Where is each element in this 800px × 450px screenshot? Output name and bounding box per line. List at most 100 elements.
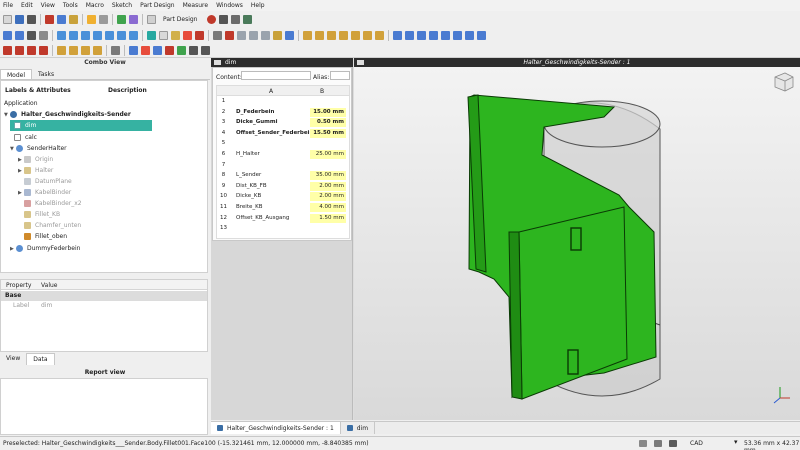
subtractive-cylinder-icon[interactable] [477,30,486,40]
pocket-icon[interactable] [393,30,402,40]
cell-b[interactable]: 2.00 mm [310,192,346,202]
row-number[interactable]: 11 [217,203,230,212]
draft-icon[interactable] [81,45,90,55]
tree-item-senderhalter[interactable]: ▼ SenderHalter [10,143,216,154]
menu-windows[interactable]: Windows [216,2,243,9]
fit-selection-icon[interactable] [15,30,24,40]
additive-helix-icon[interactable] [351,30,360,40]
menu-measure[interactable]: Measure [183,2,209,9]
lock-icon[interactable] [669,440,677,447]
cell-b[interactable]: 2.00 mm [310,181,346,191]
cell-b[interactable]: 25.00 mm [310,150,346,159]
cell-a[interactable]: Dicke_KB [236,192,261,201]
clone-icon[interactable] [285,30,294,40]
mouse-icon[interactable] [654,440,662,447]
cell-a[interactable]: D_Federbein [236,108,274,117]
multitransform-icon[interactable] [39,45,48,55]
bounding-box-icon[interactable] [39,30,48,40]
column-header-b[interactable]: B [320,88,324,95]
menu-macro[interactable]: Macro [86,2,104,9]
row-number[interactable]: 8 [217,171,230,180]
navigation-cube-icon[interactable] [774,72,794,92]
cell-a[interactable]: H_Halter [236,150,260,159]
measure-3d-icon[interactable] [189,45,198,55]
tree-item-dummyfederbein[interactable]: ▶ DummyFederbein [10,243,216,254]
bottom-view-icon[interactable] [117,30,126,40]
row-number[interactable]: 4 [217,129,230,138]
undo-icon[interactable] [87,14,96,24]
isometric-view-icon[interactable] [57,30,66,40]
create-link-icon[interactable] [183,30,192,40]
measure-linear-icon[interactable] [129,45,138,55]
fillet-icon[interactable] [57,45,66,55]
column-header-a[interactable]: A [269,88,273,95]
cell-a[interactable]: Dist_KB_FB [236,182,267,191]
sketch-edit-icon[interactable] [225,30,234,40]
notification-icon[interactable] [639,440,647,447]
cell-b[interactable]: 35.00 mm [310,171,346,181]
mirrored-icon[interactable] [3,45,12,55]
view3d-viewport[interactable] [354,67,800,420]
row-number[interactable]: 7 [217,161,230,170]
redo-icon[interactable] [99,14,108,24]
boolean-icon[interactable] [111,45,120,55]
workbench-selector[interactable]: Part Design [159,14,201,25]
row-number[interactable]: 9 [217,182,230,191]
row-number[interactable]: 5 [217,139,230,148]
menu-view[interactable]: View [41,2,55,9]
tree-item-dim[interactable]: dim [10,120,152,131]
shapebinder-icon[interactable] [273,30,282,40]
alias-input[interactable] [330,71,350,80]
refresh-icon[interactable] [117,14,126,24]
top-view-icon[interactable] [81,30,90,40]
model-render[interactable] [354,67,800,420]
polar-pattern-icon[interactable] [27,45,36,55]
tree-document[interactable]: ▼ Halter_Geschwindigkeits-Sender [4,109,210,120]
group-icon[interactable] [171,30,180,40]
doc-tab-3d[interactable]: Halter_Geschwindigkeits-Sender : 1 [211,422,341,434]
measure-clear-icon[interactable] [165,45,174,55]
measure-icon[interactable] [195,30,204,40]
additive-pipe-icon[interactable] [339,30,348,40]
new-document-icon[interactable] [3,14,12,24]
cell-b[interactable]: 0.50 mm [310,118,346,128]
thickness-icon[interactable] [93,45,102,55]
cell-b[interactable]: 1.50 mm [310,213,346,223]
macro-edit-icon[interactable] [231,14,241,24]
menu-tools[interactable]: Tools [63,2,78,9]
macro-stop-icon[interactable] [219,14,229,24]
groove-icon[interactable] [417,30,426,40]
navigation-style[interactable]: CAD [690,440,703,447]
linear-pattern-icon[interactable] [15,45,24,55]
cell-b[interactable]: 15.00 mm [310,107,346,117]
doc-tab-dim[interactable]: dim [341,422,376,434]
cell-a[interactable]: Offset_KB_Ausgang [236,214,289,223]
row-number[interactable]: 1 [217,97,230,106]
row-number[interactable]: 13 [217,224,230,233]
row-number[interactable]: 2 [217,108,230,117]
tree-item-origin[interactable]: ▶ Origin [18,154,224,165]
cell-b[interactable]: 4.00 mm [310,203,346,212]
datum-plane-icon[interactable] [261,30,270,40]
whats-this-icon[interactable] [129,14,138,24]
measure-refresh-icon[interactable] [153,45,162,55]
revolution-icon[interactable] [315,30,324,40]
measure-toggle-icon[interactable] [177,45,186,55]
additive-cylinder-icon[interactable] [375,30,384,40]
front-view-icon[interactable] [69,30,78,40]
copy-icon[interactable] [57,14,66,24]
datum-point-icon[interactable] [237,30,246,40]
macro-record-icon[interactable] [207,14,217,24]
pad-icon[interactable] [303,30,312,40]
property-value-label[interactable]: dim [41,302,52,309]
row-number[interactable]: 12 [217,214,230,223]
cell-a[interactable]: Breite_KB [236,203,263,212]
paste-icon[interactable] [69,14,78,24]
menu-edit[interactable]: Edit [21,2,33,9]
subtractive-pipe-icon[interactable] [441,30,450,40]
save-document-icon[interactable] [27,14,36,24]
subtractive-box-icon[interactable] [465,30,474,40]
tab-view[interactable]: View [0,353,26,365]
tab-data[interactable]: Data [26,353,55,365]
right-view-icon[interactable] [93,30,102,40]
